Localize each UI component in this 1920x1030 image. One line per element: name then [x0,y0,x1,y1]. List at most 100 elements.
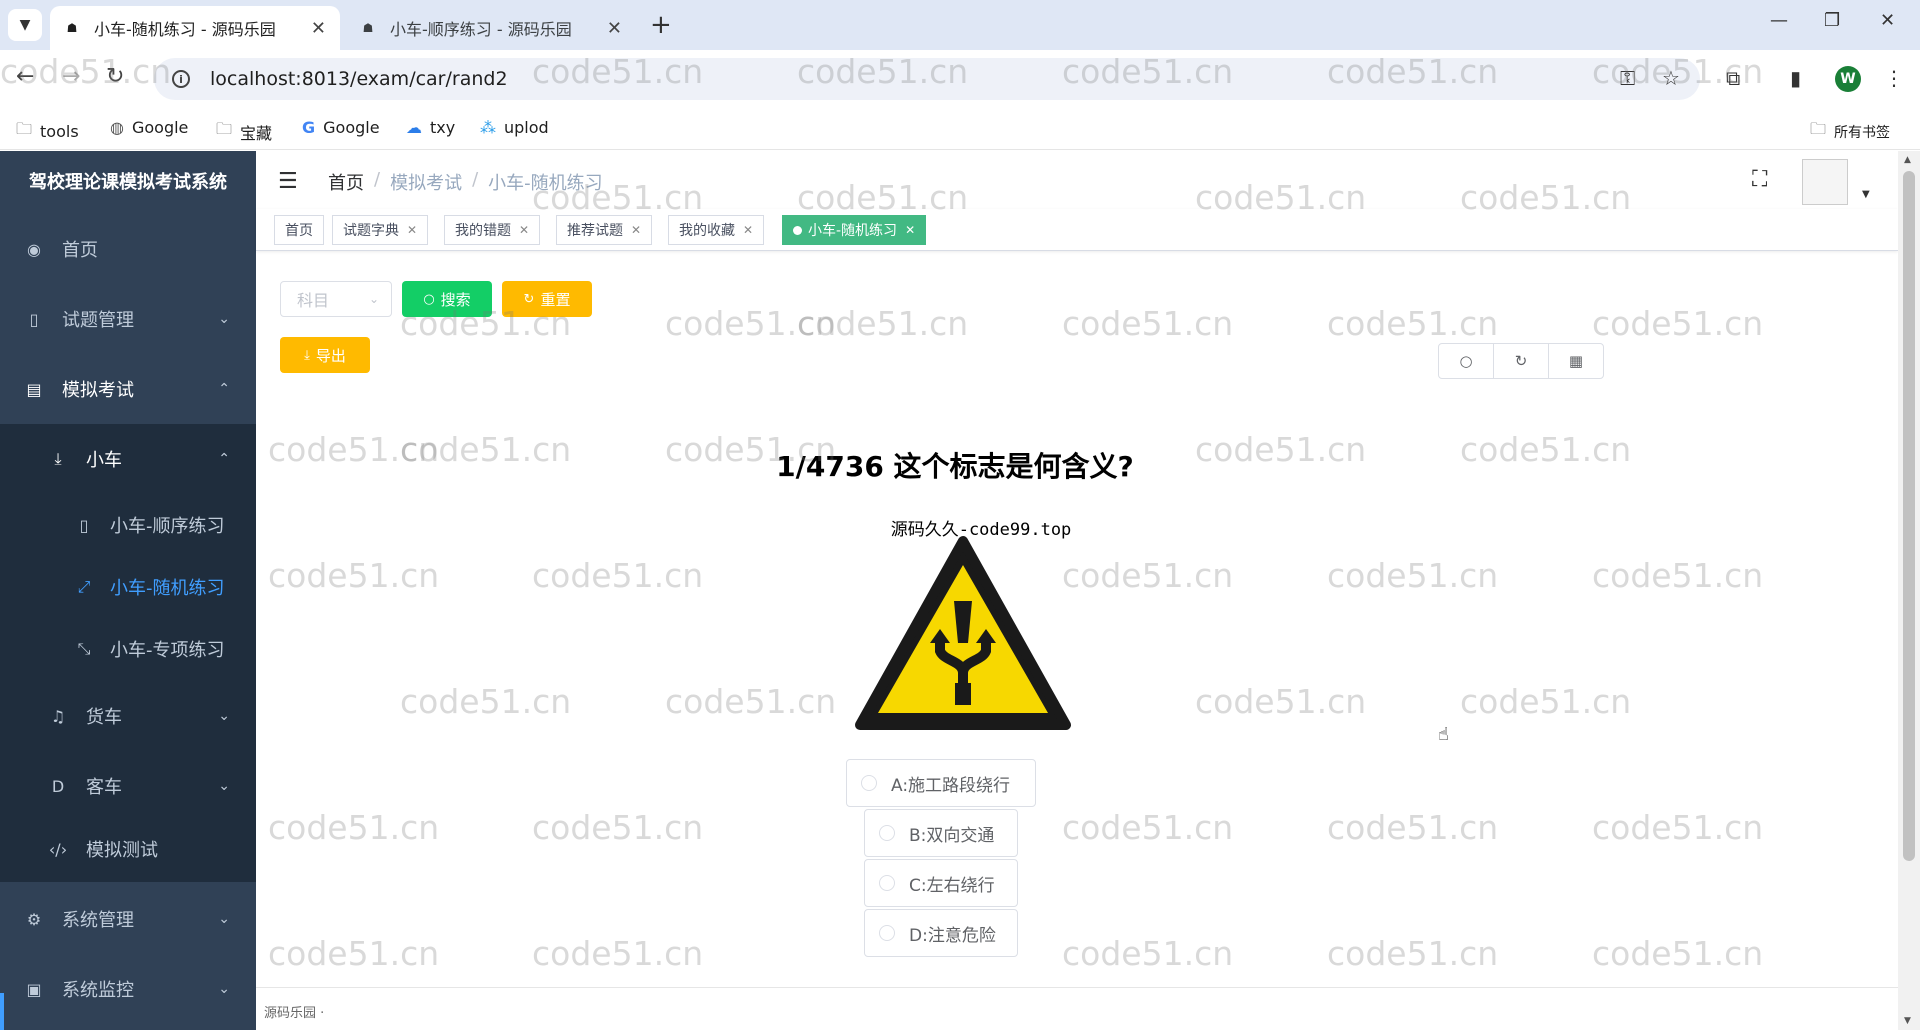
tag-recommend[interactable]: 推荐试题 ✕ [556,215,653,245]
reload-icon[interactable]: ↻ [106,64,124,89]
close-window-icon[interactable]: ✕ [1880,10,1895,31]
browser-tab-inactive[interactable]: ☗ 小车-顺序练习 - 源码乐园 ✕ [346,6,636,50]
sidebar-item-car[interactable]: ⤓ 小车 ⌃ [0,424,256,494]
globe-icon: ◍ [110,118,124,137]
tab-title: 小车-顺序练习 - 源码乐园 [390,20,572,39]
sidebar-item-mock-exam[interactable]: ▤ 模拟考试 ⌃ [0,354,256,424]
option-a[interactable]: A:施工路段绕行 [846,759,1036,807]
forward-icon[interactable]: → [62,64,80,89]
extensions-icon[interactable]: ⧉ [1726,66,1740,90]
site-info-icon[interactable]: i [172,70,190,88]
bookmark-uplod[interactable]: ⁂ uplod [480,118,549,137]
browser-toolbar: ← → ↻ i localhost:8013/exam/car/rand2 ⚿ … [0,50,1920,108]
sidebar-item-car-random[interactable]: ⤢ 小车-随机练习 [0,552,256,622]
star-icon[interactable]: ☆ [1662,66,1680,90]
scroll-down-icon[interactable]: ▼ [1904,1016,1911,1026]
chevron-up-icon: ⌃ [218,381,230,397]
chevron-down-icon: ⌄ [218,311,230,327]
restore-icon[interactable]: ❐ [1824,10,1840,31]
sidebar-item-mock-test[interactable]: ‹/› 模拟测试 [0,816,256,882]
bookmark-google-1[interactable]: ◍ Google [110,118,188,137]
right-toolbar: ○ ↻ ▦ [1438,343,1604,379]
breadcrumb-current: 小车-随机练习 [488,173,603,194]
new-tab-button[interactable]: + [650,10,672,40]
profile-avatar[interactable]: W [1835,66,1861,92]
tag-favorites[interactable]: 我的收藏 ✕ [668,215,765,245]
refresh-icon[interactable]: ↻ [1494,344,1549,378]
close-tab-icon[interactable]: ✕ [607,18,622,39]
chevron-down-icon: ⌄ [218,778,230,794]
question-title: 1/4736 这个标志是何含义? [776,450,1134,483]
scroll-up-icon[interactable]: ▲ [1904,155,1911,165]
browser-tabstrip: ▼ ☗ 小车-随机练习 - 源码乐园 ✕ ☗ 小车-顺序练习 - 源码乐园 ✕ … [0,0,1920,50]
caret-down-icon[interactable]: ▼ [1862,189,1870,200]
bookmark-tools[interactable]: 🗀 tools [16,118,79,145]
breadcrumb-home[interactable]: 首页 [328,169,364,195]
monitor-icon: ▣ [26,979,42,999]
tags-view: 首页 试题字典 ✕ 我的错题 ✕ 推荐试题 ✕ 我的收藏 ✕ 小车-随机练习 ✕ [256,209,1898,251]
bookmark-txy[interactable]: ☁ txy [406,118,455,137]
chevron-up-icon: ⌃ [218,451,230,467]
fullscreen-icon[interactable]: ⛶ [1752,167,1767,192]
sidebar-item-bus[interactable]: D 客车 ⌄ [0,751,256,821]
tab-title: 小车-随机练习 - 源码乐园 [94,20,276,39]
close-icon[interactable]: ✕ [407,223,417,237]
close-icon[interactable]: ✕ [519,223,529,237]
browser-tab-active[interactable]: ☗ 小车-随机练习 - 源码乐园 ✕ [50,6,340,50]
address-bar[interactable]: i localhost:8013/exam/car/rand2 [154,58,1700,100]
sidebar-item-home[interactable]: ◉ 首页 [0,214,256,284]
sidebar-item-car-sequential[interactable]: ▯ 小车-顺序练习 [0,490,256,560]
mouse-cursor-icon: ☝ [1438,724,1449,745]
list-icon: ▤ [26,379,42,399]
all-bookmarks[interactable]: 🗀 所有书签 [1810,118,1890,145]
d-icon: D [51,776,65,796]
search-button[interactable]: ○ 搜索 [402,281,492,317]
sidebar-item-questions[interactable]: ▯ 试题管理 ⌄ [0,284,256,354]
tab-search-button[interactable]: ▼ [8,9,42,41]
toggle-search-icon[interactable]: ○ [1439,344,1494,378]
bookmarks-bar: 🗀 tools ◍ Google 🗀 宝藏 G Google ☁ txy ⁂ uplod 🗀… [0,108,1920,150]
back-icon[interactable]: ← [16,64,34,89]
bell-icon: ♫ [50,706,66,726]
tag-wrong[interactable]: 我的错题 ✕ [444,215,541,245]
radio-icon [879,825,895,841]
subject-select[interactable]: 科目 ⌄ [280,281,392,317]
hamburger-icon[interactable]: ☰ [278,169,298,194]
tag-car-random[interactable]: 小车-随机练习 ✕ [782,215,927,245]
option-c[interactable]: C:左右绕行 [864,859,1018,907]
sidebar-item-monitor[interactable]: ▣ 系统监控 ⌄ [0,954,256,1024]
export-button[interactable]: ⤓ 导出 [280,337,370,373]
tag-home[interactable]: 首页 [274,215,324,245]
close-icon[interactable]: ✕ [631,223,641,237]
folder-icon: 🗀 [16,119,33,138]
code-icon: ‹/› [48,839,68,859]
close-tab-icon[interactable]: ✕ [311,18,326,39]
close-icon[interactable]: ✕ [905,223,915,237]
sidebar-item-car-special[interactable]: ⤡ 小车-专项练习 [0,614,256,684]
vertical-scrollbar[interactable]: ▲ ▼ [1898,151,1920,1030]
columns-icon[interactable]: ▦ [1549,344,1603,378]
key-icon[interactable]: ⚿ [1620,66,1635,90]
close-icon[interactable]: ✕ [743,223,753,237]
chevron-down-icon: ⌄ [218,911,230,927]
bookmark-baozang[interactable]: 🗀 宝藏 [216,118,272,145]
bookmark-google-2[interactable]: G Google [302,118,380,137]
option-d[interactable]: D:注意危险 [864,909,1018,957]
url-text: localhost:8013/exam/car/rand2 [210,68,508,90]
book-icon: ▯ [29,309,39,329]
sidebar-item-system[interactable]: ⚙ 系统管理 ⌄ [0,884,256,954]
sidebar: 驾校理论课模拟考试系统 ◉ 首页 ▯ 试题管理 ⌄ ▤ 模拟考试 ⌃ ⤓ 小车 ⌃ ▯ 小车-顺… [0,151,256,1030]
avatar[interactable] [1802,159,1848,205]
google-icon: G [302,118,316,137]
menu-dots-icon[interactable]: ⋮ [1884,66,1904,90]
tag-dictionary[interactable]: 试题字典 ✕ [332,215,429,245]
breadcrumb: 首页 / 模拟考试 / 小车-随机练习 [328,169,603,195]
sidebar-item-truck[interactable]: ♫ 货车 ⌄ [0,681,256,751]
radio-icon [879,925,895,941]
scrollbar-thumb[interactable] [1903,171,1915,861]
sidepanel-icon[interactable]: ▮ [1790,66,1801,90]
cloud-icon: ☁ [406,118,422,137]
option-b[interactable]: B:双向交通 [864,809,1018,857]
minimize-icon[interactable]: — [1770,10,1788,31]
reset-button[interactable]: ↻ 重置 [502,281,592,317]
